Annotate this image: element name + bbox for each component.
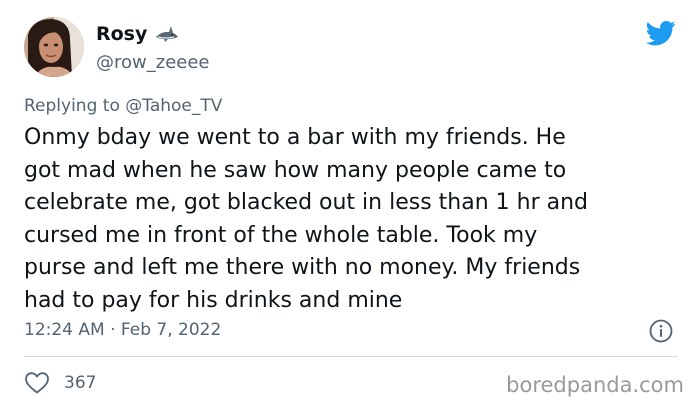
divider bbox=[24, 356, 678, 357]
tweet-timestamp[interactable]: 12:24 AM · Feb 7, 2022 bbox=[24, 319, 221, 341]
tweet-card: Rosy @row_zeeee Replying to @Tahoe_TV On… bbox=[0, 0, 700, 410]
tweet-text-line: purse and left me there with no money. M… bbox=[24, 255, 581, 280]
watermark: boredpanda.com bbox=[506, 373, 684, 397]
twitter-bird-icon[interactable] bbox=[644, 18, 678, 48]
tweet-text: Onmy bday we went to a bar with my frien… bbox=[24, 122, 684, 317]
replying-to: Replying to @Tahoe_TV bbox=[24, 95, 222, 117]
avatar[interactable] bbox=[24, 17, 84, 77]
like-count: 367 bbox=[64, 373, 97, 393]
author-name-row: Rosy bbox=[96, 22, 179, 46]
tweet-text-line: cursed me in front of the whole table. T… bbox=[24, 222, 538, 248]
author-handle[interactable]: @row_zeeee bbox=[96, 52, 209, 74]
tweet-text-line: had to pay for his drinks and mine bbox=[24, 287, 403, 313]
author-display-name[interactable]: Rosy bbox=[96, 22, 147, 46]
tweet-text-line: Onmy bday we went to a bar with my frien… bbox=[24, 125, 566, 150]
avatar-photo bbox=[24, 17, 84, 77]
replying-to-mention[interactable]: @Tahoe_TV bbox=[125, 96, 222, 116]
shark-icon bbox=[155, 24, 179, 44]
tweet-text-line: celebrate me, got blacked out in less th… bbox=[24, 190, 589, 215]
info-icon[interactable] bbox=[648, 318, 674, 344]
heart-icon[interactable] bbox=[24, 371, 50, 395]
replying-to-label: Replying to bbox=[24, 96, 120, 116]
tweet-text-line: got mad when he saw how many people came… bbox=[24, 157, 567, 183]
